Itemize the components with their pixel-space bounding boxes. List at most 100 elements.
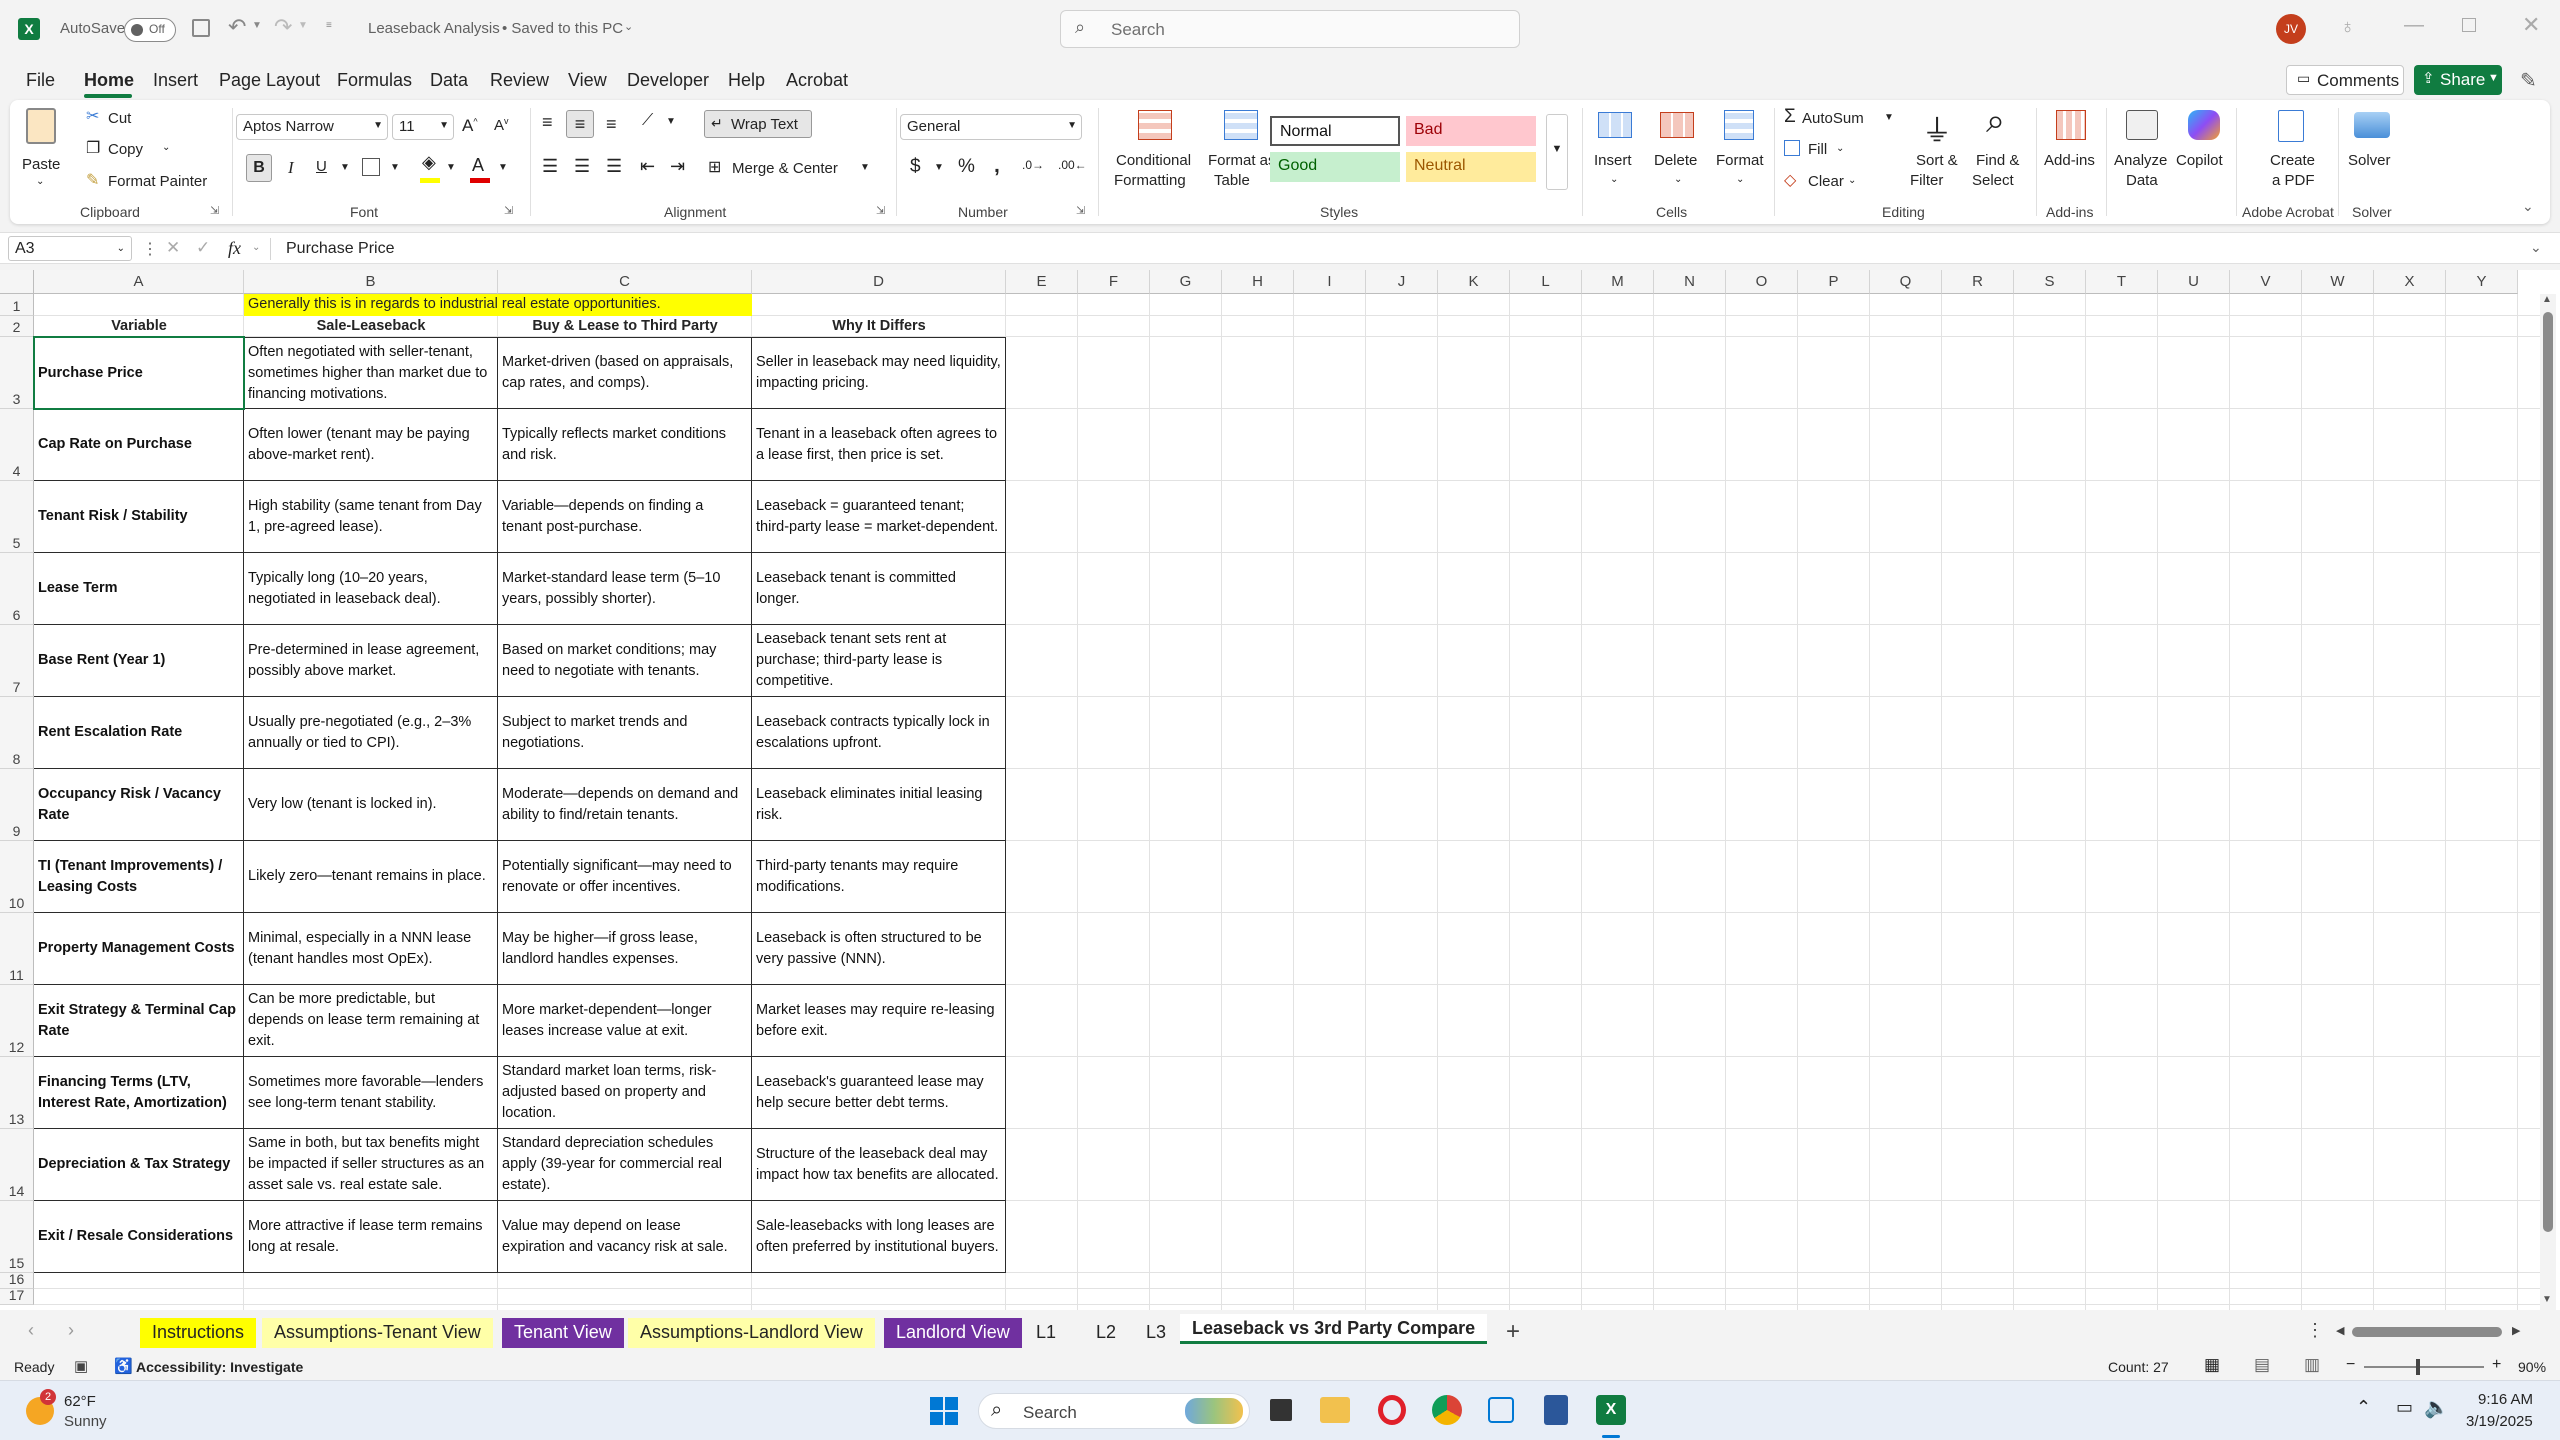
- fill-button[interactable]: Fill: [1808, 141, 1827, 158]
- row-header[interactable]: 15: [0, 1201, 34, 1273]
- decrease-decimal-icon[interactable]: .00←: [1058, 158, 1087, 172]
- merge-chevron-icon[interactable]: ▼: [860, 162, 870, 173]
- horizontal-scrollbar[interactable]: ◀ ▶: [2336, 1324, 2526, 1340]
- formula-expand-icon[interactable]: ⌄: [2530, 239, 2542, 256]
- scroll-down-icon[interactable]: ▼: [2542, 1294, 2552, 1305]
- sheet-tab[interactable]: L3: [1134, 1318, 1178, 1348]
- column-header[interactable]: S: [2014, 270, 2086, 294]
- cut-button[interactable]: Cut: [108, 110, 131, 127]
- menu-view[interactable]: View: [568, 70, 607, 91]
- select-all-corner[interactable]: [0, 270, 34, 294]
- accounting-icon[interactable]: $: [910, 156, 921, 178]
- sheet-tab[interactable]: Instructions: [140, 1318, 257, 1348]
- autosum-button[interactable]: AutoSum: [1802, 110, 1864, 127]
- menu-help[interactable]: Help: [728, 70, 765, 91]
- style-neutral[interactable]: Neutral: [1406, 152, 1536, 182]
- column-header[interactable]: F: [1078, 270, 1150, 294]
- header-variable[interactable]: Variable: [34, 316, 244, 337]
- formula-options-icon[interactable]: ⋮: [142, 239, 158, 259]
- notepad-icon[interactable]: [1544, 1395, 1568, 1425]
- cell-why-differs[interactable]: Structure of the leaseback deal may impa…: [752, 1129, 1006, 1201]
- zoom-level[interactable]: 90%: [2518, 1359, 2546, 1375]
- page-break-view-icon[interactable]: ▥: [2304, 1355, 2320, 1375]
- header-why-differs[interactable]: Why It Differs: [752, 316, 1006, 337]
- taskbar-search[interactable]: ⌕ Search: [978, 1393, 1250, 1429]
- cell-variable[interactable]: Cap Rate on Purchase: [34, 409, 244, 481]
- find-select-button[interactable]: ⌕ Find & Select: [1970, 102, 2034, 200]
- orientation-chevron-icon[interactable]: ▼: [666, 116, 676, 127]
- menu-page-layout[interactable]: Page Layout: [219, 70, 320, 91]
- number-launcher-icon[interactable]: ⇲: [1076, 204, 1085, 217]
- row-header[interactable]: 2: [0, 316, 34, 337]
- font-launcher-icon[interactable]: ⇲: [504, 204, 513, 217]
- redo-dropdown-icon[interactable]: ▼: [298, 20, 308, 31]
- cell-sale-leaseback[interactable]: Can be more predictable, but depends on …: [244, 985, 498, 1057]
- save-icon[interactable]: [192, 19, 210, 37]
- cell-variable[interactable]: Rent Escalation Rate: [34, 697, 244, 769]
- column-header[interactable]: M: [1582, 270, 1654, 294]
- cell-variable[interactable]: Tenant Risk / Stability: [34, 481, 244, 553]
- worksheet-grid[interactable]: ABCDEFGHIJKLMNOPQRSTUVWXY 1 2 3 4 5 6 7 8 9 10 11 1…: [0, 270, 2560, 1310]
- font-color-chevron-icon[interactable]: ▼: [498, 162, 508, 173]
- zoom-out-icon[interactable]: −: [2346, 1356, 2355, 1374]
- row-header[interactable]: 17: [0, 1287, 34, 1305]
- column-header[interactable]: X: [2374, 270, 2446, 294]
- cell-why-differs[interactable]: Leaseback eliminates initial leasing ris…: [752, 769, 1006, 841]
- format-painter-button[interactable]: Format Painter: [108, 173, 207, 190]
- cell-buy-lease[interactable]: Typically reflects market conditions and…: [498, 409, 752, 481]
- column-header[interactable]: V: [2230, 270, 2302, 294]
- row-header[interactable]: 11: [0, 913, 34, 985]
- column-header[interactable]: H: [1222, 270, 1294, 294]
- column-header[interactable]: J: [1366, 270, 1438, 294]
- number-format-combo[interactable]: General ▼: [900, 114, 1082, 140]
- row-header[interactable]: 8: [0, 697, 34, 769]
- ribbon-collapse-icon[interactable]: ⌄: [2522, 198, 2534, 215]
- undo-dropdown-icon[interactable]: ▼: [252, 20, 262, 31]
- menu-data[interactable]: Data: [430, 70, 468, 91]
- increase-decimal-icon[interactable]: .0→: [1022, 158, 1044, 172]
- styles-gallery-expand[interactable]: ▼: [1546, 114, 1568, 190]
- grow-font-icon[interactable]: A^: [462, 116, 478, 136]
- column-header[interactable]: W: [2302, 270, 2374, 294]
- menu-insert[interactable]: Insert: [153, 70, 198, 91]
- column-header[interactable]: N: [1654, 270, 1726, 294]
- sheet-tab[interactable]: Landlord View: [884, 1318, 1022, 1348]
- column-header[interactable]: K: [1438, 270, 1510, 294]
- italic-button[interactable]: I: [288, 158, 294, 178]
- cell-sale-leaseback[interactable]: Usually pre-negotiated (e.g., 2–3% annua…: [244, 697, 498, 769]
- qat-customize-icon[interactable]: ≡: [326, 20, 332, 31]
- shrink-font-icon[interactable]: Av: [494, 116, 509, 134]
- column-header[interactable]: D: [752, 270, 1006, 294]
- close-icon[interactable]: ✕: [2522, 12, 2540, 38]
- column-header[interactable]: R: [1942, 270, 2014, 294]
- clock-time[interactable]: 9:16 AM: [2478, 1391, 2533, 1408]
- borders-chevron-icon[interactable]: ▼: [390, 162, 400, 173]
- cell-why-differs[interactable]: Leaseback contracts typically lock in es…: [752, 697, 1006, 769]
- column-header[interactable]: O: [1726, 270, 1798, 294]
- cell-why-differs[interactable]: Seller in leaseback may need liquidity, …: [752, 337, 1006, 409]
- cell-sale-leaseback[interactable]: Typically long (10–20 years, negotiated …: [244, 553, 498, 625]
- style-normal[interactable]: Normal: [1270, 116, 1400, 146]
- cell-why-differs[interactable]: Third-party tenants may require modifica…: [752, 841, 1006, 913]
- column-header[interactable]: Y: [2446, 270, 2518, 294]
- weather-widget[interactable]: 2 62°F Sunny: [22, 1389, 142, 1433]
- decrease-indent-icon[interactable]: ⇤: [640, 156, 655, 177]
- sheet-tab[interactable]: Assumptions-Tenant View: [262, 1318, 493, 1348]
- copilot-button[interactable]: Copilot: [2174, 106, 2234, 200]
- row-header[interactable]: 7: [0, 625, 34, 697]
- align-middle-button[interactable]: ≡: [566, 110, 594, 138]
- solver-button[interactable]: Solver: [2344, 106, 2400, 200]
- snipping-tool-icon[interactable]: [1488, 1397, 1514, 1423]
- fill-color-icon[interactable]: ◈: [422, 152, 436, 173]
- copy-button[interactable]: Copy: [108, 141, 143, 158]
- cell-why-differs[interactable]: Leaseback is often structured to be very…: [752, 913, 1006, 985]
- sheet-tab[interactable]: L1: [1024, 1318, 1068, 1348]
- row-header[interactable]: 12: [0, 985, 34, 1057]
- cell-sale-leaseback[interactable]: Very low (tenant is locked in).: [244, 769, 498, 841]
- excel-taskbar-icon[interactable]: X: [1596, 1395, 1626, 1425]
- insert-function-button[interactable]: fx: [228, 238, 241, 259]
- name-box[interactable]: A3 ⌄: [8, 236, 132, 261]
- add-sheet-icon[interactable]: +: [1506, 1318, 1520, 1346]
- cell-buy-lease[interactable]: Standard depreciation schedules apply (3…: [498, 1129, 752, 1201]
- insert-cells-button[interactable]: Insert ⌄: [1588, 106, 1644, 200]
